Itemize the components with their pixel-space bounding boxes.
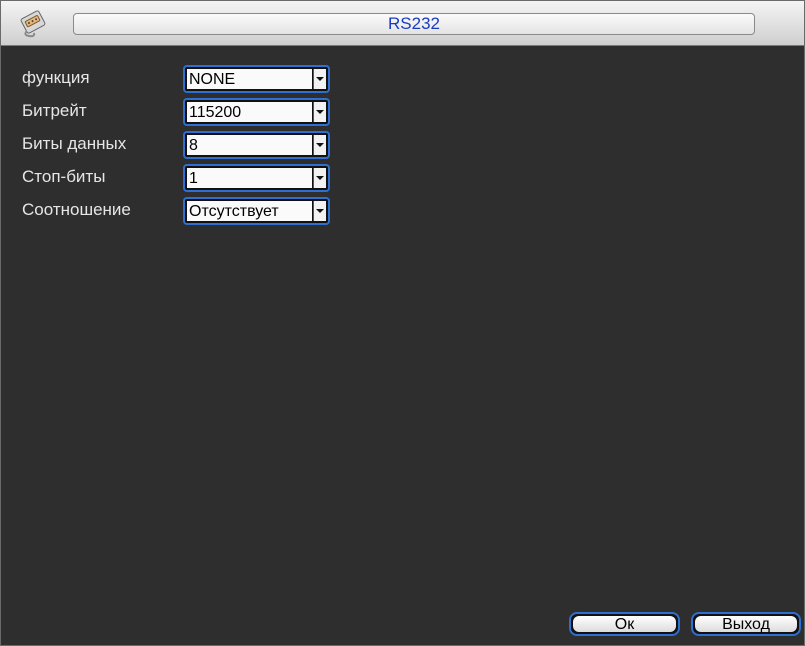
chevron-down-icon[interactable] [313,102,326,122]
function-row: функция NONE [1,65,401,95]
title-bar: RS232 [1,1,804,46]
exit-button-label: Выход [695,616,797,633]
rs232-dialog: RS232 функция NONE Битрейт 115200 Биты д… [0,0,805,646]
function-label: функция [22,68,90,87]
window-title: RS232 [73,13,755,35]
data-bits-row: Биты данных 8 [1,131,401,161]
data-bits-label: Биты данных [22,134,127,153]
chevron-down-icon[interactable] [313,135,326,155]
data-bits-select-value: 8 [187,135,312,155]
stop-bits-label: Стоп-биты [22,167,106,186]
parity-select[interactable]: Отсутствует [183,197,330,225]
chevron-down-icon[interactable] [313,201,326,221]
ok-button-label: Ок [573,616,676,633]
baudrate-label: Битрейт [22,101,87,120]
chevron-down-icon[interactable] [313,69,326,89]
baudrate-select[interactable]: 115200 [183,98,330,126]
stop-bits-row: Стоп-биты 1 [1,164,401,194]
parity-select-value: Отсутствует [187,201,312,221]
function-select-value: NONE [187,69,312,89]
function-select[interactable]: NONE [183,65,330,93]
stop-bits-select[interactable]: 1 [183,164,330,192]
data-bits-select[interactable]: 8 [183,131,330,159]
baudrate-row: Битрейт 115200 [1,98,401,128]
exit-button[interactable]: Выход [691,612,801,636]
chevron-down-icon[interactable] [313,168,326,188]
stop-bits-select-value: 1 [187,168,312,188]
baudrate-select-value: 115200 [187,102,312,122]
parity-label: Соотношение [22,200,131,219]
serial-port-icon [17,8,51,38]
ok-button[interactable]: Ок [569,612,680,636]
parity-row: Соотношение Отсутствует [1,197,401,227]
